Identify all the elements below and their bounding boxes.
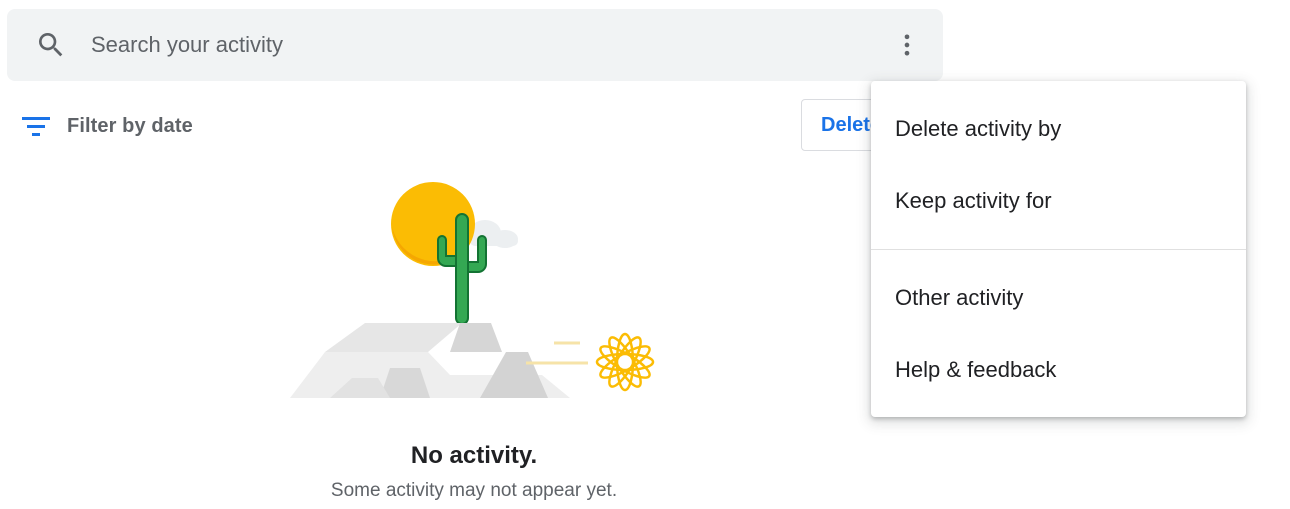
empty-state-subtitle: Some activity may not appear yet. [330,480,618,501]
menu-divider [871,249,1246,250]
menu-item-other-activity[interactable]: Other activity [871,262,1246,334]
menu-item-label: Other activity [895,285,1024,310]
filter-by-date-button[interactable]: Filter by date [22,108,193,144]
menu-item-label: Delete activity by [895,116,1062,141]
menu-item-keep-activity-for[interactable]: Keep activity for [871,165,1246,237]
tumbleweed-shape [595,332,655,392]
menu-item-label: Help & feedback [895,357,1057,382]
search-icon[interactable] [35,29,67,61]
empty-desert-illustration [290,182,655,398]
menu-item-delete-activity-by[interactable]: Delete activity by [871,93,1246,165]
cloud-shape [469,220,518,248]
search-input[interactable] [91,27,851,63]
filter-label: Filter by date [67,114,193,137]
more-options-button[interactable] [887,25,927,65]
motion-lines [526,341,588,365]
search-bar [7,9,943,81]
rocks-shape [290,323,570,398]
more-vert-icon [904,34,910,56]
filter-list-icon [22,117,50,136]
empty-state-title: No activity. [410,442,538,469]
menu-item-label: Keep activity for [895,188,1052,213]
menu-item-help-feedback[interactable]: Help & feedback [871,334,1246,406]
overflow-menu: Delete activity by Keep activity for Oth… [871,81,1246,417]
